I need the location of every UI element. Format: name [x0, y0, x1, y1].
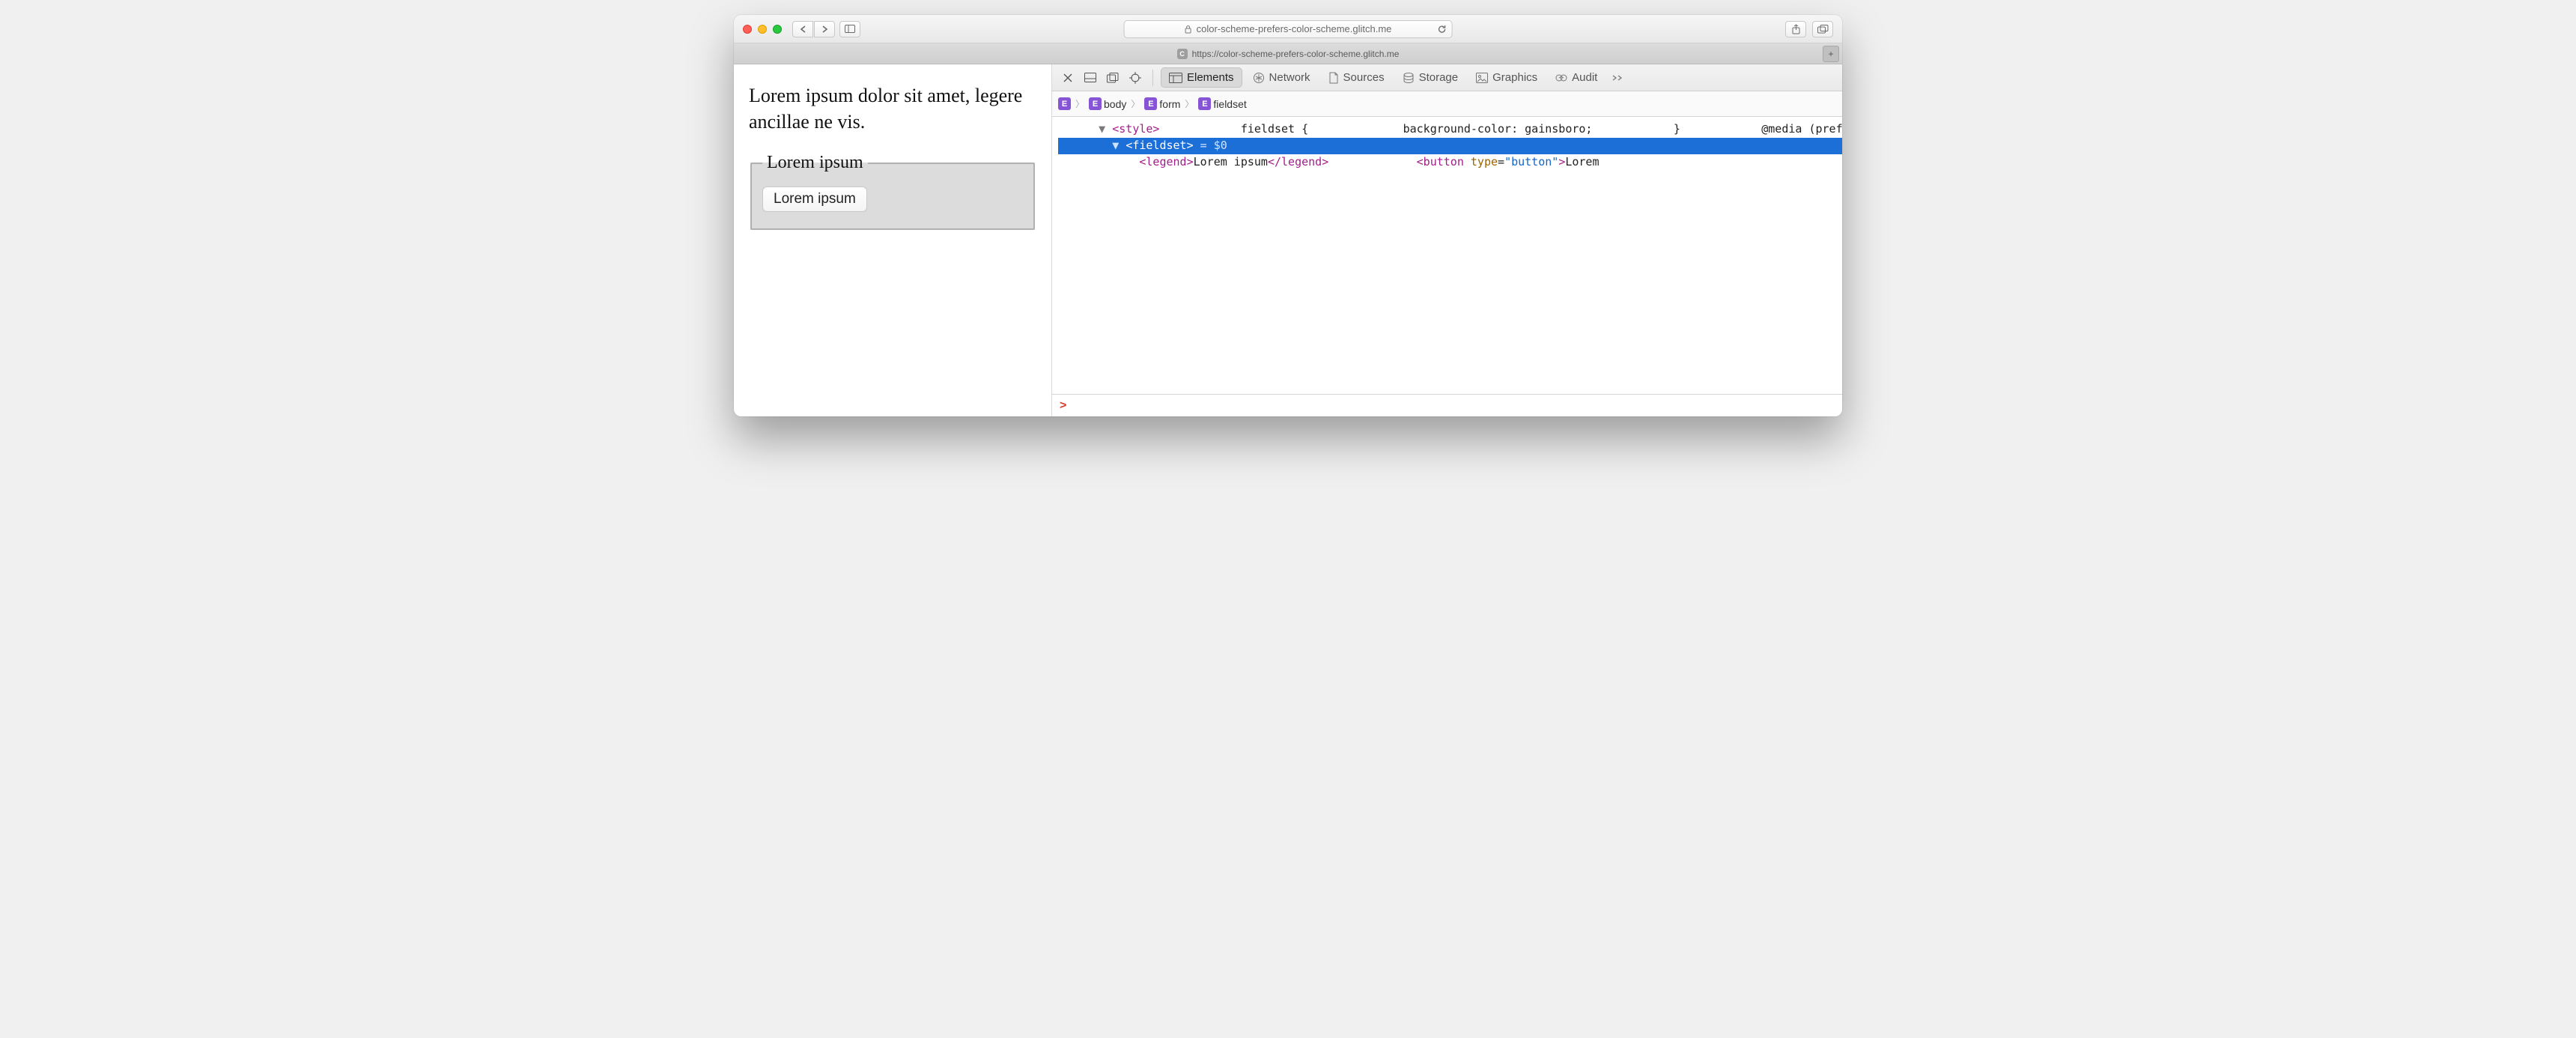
- page-paragraph: Lorem ipsum dolor sit amet, legere ancil…: [749, 82, 1036, 135]
- tab-sources[interactable]: Sources: [1321, 68, 1392, 87]
- back-button[interactable]: [792, 21, 813, 37]
- traffic-lights: [743, 25, 782, 34]
- breadcrumb-sep: 〉: [1131, 97, 1140, 110]
- toolbar-separator: [1152, 70, 1153, 86]
- chevron-left-icon: [800, 25, 806, 33]
- dock-popout-button[interactable]: [1103, 68, 1123, 88]
- show-sidebar-button[interactable]: [839, 21, 860, 37]
- close-devtools-button[interactable]: [1058, 68, 1078, 88]
- reload-button[interactable]: [1436, 24, 1447, 34]
- dom-pane: E 〉 Ebody 〉 Eform 〉 Efieldset: [1052, 91, 1842, 416]
- audit-icon: [1555, 73, 1567, 83]
- forward-button[interactable]: [814, 21, 835, 37]
- address-bar[interactable]: color-scheme-prefers-color-scheme.glitch…: [1124, 20, 1453, 38]
- tab-graphics-label: Graphics: [1492, 71, 1537, 84]
- dock-bottom-icon: [1084, 73, 1096, 82]
- tab-overflow-button[interactable]: [1608, 68, 1627, 88]
- chevron-right-icon: [821, 25, 828, 33]
- breadcrumb-sep: 〉: [1185, 97, 1194, 110]
- minimize-window-button[interactable]: [758, 25, 767, 34]
- target-icon: [1129, 72, 1141, 84]
- page-fieldset: Lorem ipsum Lorem ipsum: [750, 153, 1035, 230]
- dom-selected-node[interactable]: ▼ <fieldset> = $0: [1058, 138, 1842, 154]
- close-window-button[interactable]: [743, 25, 752, 34]
- breadcrumb-fieldset[interactable]: Efieldset: [1198, 97, 1246, 110]
- breadcrumb-root[interactable]: E: [1058, 97, 1071, 110]
- share-icon: [1791, 24, 1801, 34]
- content-area: Lorem ipsum dolor sit amet, legere ancil…: [734, 64, 1842, 416]
- graphics-icon: [1476, 73, 1488, 83]
- share-button[interactable]: [1785, 21, 1806, 37]
- dock-side-button[interactable]: [1081, 68, 1100, 88]
- breadcrumb-form[interactable]: Eform: [1144, 97, 1180, 110]
- chevron-double-right-icon: [1611, 74, 1623, 82]
- zoom-window-button[interactable]: [773, 25, 782, 34]
- show-tabs-button[interactable]: [1812, 21, 1833, 37]
- sources-icon: [1328, 72, 1339, 84]
- network-icon: [1253, 72, 1265, 84]
- tab-elements[interactable]: Elements: [1161, 67, 1242, 88]
- storage-icon: [1403, 72, 1415, 84]
- window-titlebar: color-scheme-prefers-color-scheme.glitch…: [734, 15, 1842, 43]
- inspect-element-button[interactable]: [1126, 68, 1145, 88]
- elements-icon: [1169, 73, 1182, 83]
- page-button[interactable]: Lorem ipsum: [762, 186, 867, 212]
- tab-elements-label: Elements: [1187, 71, 1234, 84]
- dom-breadcrumb: E 〉 Ebody 〉 Eform 〉 Efieldset: [1052, 91, 1842, 117]
- tab-storage[interactable]: Storage: [1395, 68, 1466, 87]
- breadcrumb-body[interactable]: Ebody: [1089, 97, 1126, 110]
- tab-sources-label: Sources: [1343, 71, 1385, 84]
- tab-network[interactable]: Network: [1245, 68, 1318, 87]
- breadcrumb-sep: 〉: [1075, 97, 1084, 110]
- browser-window: color-scheme-prefers-color-scheme.glitch…: [734, 15, 1842, 416]
- tab-audit[interactable]: Audit: [1548, 68, 1605, 87]
- dock-detach-icon: [1107, 73, 1119, 83]
- close-icon: [1063, 73, 1073, 83]
- lock-icon: [1185, 25, 1192, 34]
- rendered-page: Lorem ipsum dolor sit amet, legere ancil…: [734, 64, 1052, 416]
- sidebar-icon: [845, 25, 855, 33]
- devtools-panel: Elements Network Sources Storage Graphic…: [1052, 64, 1842, 416]
- devtools-body: E 〉 Ebody 〉 Eform 〉 Efieldset: [1052, 91, 1842, 416]
- nav-history-buttons: [792, 21, 835, 37]
- tab-graphics[interactable]: Graphics: [1468, 68, 1545, 87]
- tabs-icon: [1817, 25, 1829, 34]
- tab-title[interactable]: https://color-scheme-prefers-color-schem…: [1192, 49, 1400, 59]
- devtools-toolbar: Elements Network Sources Storage Graphic…: [1052, 64, 1842, 91]
- console-drawer[interactable]: >: [1052, 394, 1842, 416]
- reload-icon: [1436, 24, 1447, 34]
- address-host: color-scheme-prefers-color-scheme.glitch…: [1197, 23, 1392, 34]
- tab-storage-label: Storage: [1419, 71, 1459, 84]
- tab-network-label: Network: [1269, 71, 1310, 84]
- new-tab-button[interactable]: +: [1823, 46, 1839, 62]
- dom-tree[interactable]: ▼ <style> fieldset { background-color: g…: [1052, 117, 1842, 394]
- tab-favicon: C: [1177, 49, 1188, 59]
- console-prompt-icon: >: [1060, 399, 1066, 413]
- page-legend: Lorem ipsum: [762, 153, 868, 173]
- tab-audit-label: Audit: [1572, 71, 1597, 84]
- toolbar-right: [1785, 21, 1833, 37]
- tab-strip: C https://color-scheme-prefers-color-sch…: [734, 43, 1842, 64]
